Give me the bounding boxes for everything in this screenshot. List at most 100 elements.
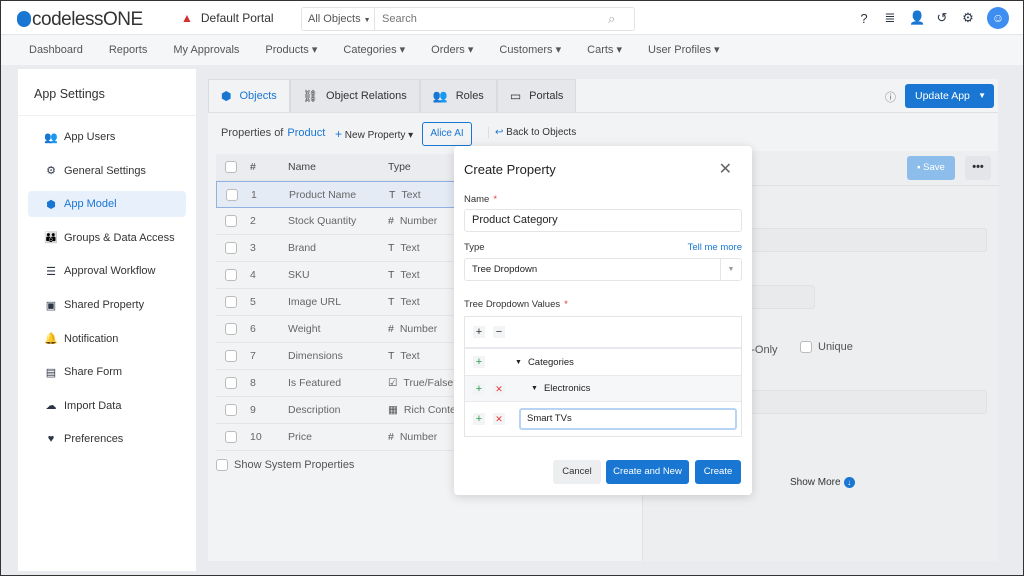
add-child-icon[interactable]: +: [473, 413, 485, 425]
users-icon: 👥: [44, 131, 58, 144]
remove-icon[interactable]: ✕: [493, 382, 505, 395]
tree-values-editor: + − + ▼ Categories + ✕ ▼ Electronics + ✕ Smar…: [464, 316, 742, 437]
create-button[interactable]: Create: [695, 460, 741, 484]
tab-roles[interactable]: 👥 Roles: [419, 79, 497, 112]
nav-item[interactable]: Dashboard: [29, 35, 83, 65]
nav-item[interactable]: Customers ▾: [499, 35, 561, 65]
chevron-down-icon[interactable]: ▼: [978, 84, 986, 108]
modal-title: Create Property: [464, 162, 556, 177]
field[interactable]: [743, 228, 987, 252]
search-input[interactable]: [375, 13, 608, 25]
row-checkbox[interactable]: [225, 404, 237, 416]
show-system-properties[interactable]: Show System Properties: [216, 459, 354, 471]
row-checkbox[interactable]: [225, 323, 237, 335]
nav-item[interactable]: Carts ▾: [587, 35, 622, 65]
top-bar: codelessONE ▲ Default Portal All Objects …: [1, 1, 1023, 35]
database-icon[interactable]: ≣: [883, 10, 897, 26]
tree-node-categories[interactable]: Categories: [528, 357, 574, 368]
sidebar-item-label: Import Data: [64, 399, 122, 412]
sidebar-item-label: App Model: [64, 198, 117, 211]
save-button[interactable]: ▪ Save: [907, 156, 955, 180]
sidebar-item-label: Notification: [64, 332, 119, 345]
nav-item[interactable]: Categories ▾: [343, 35, 405, 65]
row-checkbox[interactable]: [226, 188, 238, 201]
sidebar-item-label: Shared Property: [64, 299, 145, 311]
collapse-all-icon[interactable]: −: [493, 326, 505, 338]
sidebar-item-approval-workflow[interactable]: ☰ Approval Workflow: [28, 258, 186, 284]
sidebar-item-share-form[interactable]: ▤ Share Form: [28, 359, 186, 385]
user-avatar-icon[interactable]: ☺: [987, 7, 1009, 29]
tab-icon: 👥: [432, 89, 448, 103]
nav-item[interactable]: My Approvals: [173, 35, 239, 65]
row-checkbox[interactable]: [225, 215, 237, 227]
sidebar-item-app-model[interactable]: ⬢ App Model: [28, 191, 186, 218]
row-checkbox[interactable]: [225, 296, 237, 308]
nav-item[interactable]: Reports: [109, 35, 148, 65]
nav-item[interactable]: Products ▾: [265, 35, 317, 65]
tab-objects[interactable]: ⬢ Objects: [208, 79, 290, 112]
type-icon: T: [389, 188, 396, 201]
type-icon: #: [388, 215, 394, 227]
sidebar-item-general-settings[interactable]: ⚙ General Settings: [28, 158, 186, 184]
tell-me-more-link[interactable]: Tell me more: [688, 242, 742, 253]
update-app-button[interactable]: Update App ▼: [905, 84, 994, 108]
add-user-icon[interactable]: 👤: [909, 10, 925, 26]
unique-checkbox[interactable]: Unique: [800, 341, 853, 353]
caret-down-icon[interactable]: ▼: [515, 359, 522, 366]
sidebar-title: App Settings: [18, 69, 196, 116]
create-and-new-button[interactable]: Create and New: [606, 460, 689, 484]
type-select[interactable]: Tree Dropdown ▼: [464, 258, 742, 281]
gear-icon[interactable]: ⚙: [961, 10, 975, 26]
search-scope-select[interactable]: All Objects ▼: [302, 8, 375, 30]
sidebar-item-import-data[interactable]: ☁ Import Data: [28, 393, 186, 419]
sidebar-item-groups-data-access[interactable]: 👪 Groups & Data Access: [28, 225, 186, 251]
sidebar-item-preferences[interactable]: ♥ Preferences: [28, 426, 186, 452]
add-child-icon[interactable]: +: [473, 382, 485, 395]
alice-ai-button[interactable]: Alice AI: [422, 122, 472, 146]
expand-all-icon[interactable]: +: [473, 326, 485, 338]
type-icon: T: [388, 269, 395, 281]
help-icon[interactable]: ?: [857, 11, 871, 26]
name-input[interactable]: Product Category: [464, 209, 742, 232]
sidebar-item-notification[interactable]: 🔔 Notification: [28, 326, 186, 352]
type-icon: T: [388, 296, 395, 308]
tree-node-input[interactable]: Smart TVs: [519, 408, 737, 430]
cube-icon: ⬢: [46, 198, 56, 211]
show-more-button[interactable]: Show More ↓: [790, 477, 855, 488]
caret-down-icon[interactable]: ▼: [531, 385, 538, 392]
field[interactable]: [743, 390, 987, 414]
back-arrow-icon: ↩: [495, 127, 504, 138]
remove-icon[interactable]: ✕: [493, 413, 505, 425]
search-icon[interactable]: ⌕: [608, 11, 634, 27]
checkbox[interactable]: [216, 459, 228, 471]
row-checkbox[interactable]: [225, 377, 237, 389]
type-icon: ☑: [388, 377, 398, 389]
row-checkbox[interactable]: [225, 269, 237, 281]
back-to-objects-button[interactable]: ↩ Back to Objects: [488, 127, 576, 138]
sidebar-item-app-users[interactable]: 👥 App Users: [28, 124, 186, 150]
select-all-checkbox[interactable]: [225, 161, 237, 173]
cancel-button[interactable]: Cancel: [553, 460, 601, 484]
tab-portals[interactable]: ▭ Portals: [496, 79, 577, 112]
field[interactable]: [743, 285, 815, 309]
row-checkbox[interactable]: [225, 242, 237, 254]
tree-node-electronics[interactable]: Electronics: [544, 383, 590, 394]
info-icon[interactable]: ⓘ: [885, 89, 896, 105]
tab-object-relations[interactable]: ⛓ Object Relations: [289, 79, 420, 112]
type-icon: T: [388, 242, 395, 254]
portal-switcher[interactable]: ▲ Default Portal: [181, 11, 274, 25]
close-icon[interactable]: ✕: [719, 159, 732, 179]
new-property-button[interactable]: + New Property ▾: [335, 127, 413, 141]
row-checkbox[interactable]: [225, 431, 237, 443]
row-checkbox[interactable]: [225, 350, 237, 362]
object-link[interactable]: Product: [287, 127, 325, 139]
nav-item[interactable]: Orders ▾: [431, 35, 473, 65]
nav-item[interactable]: User Profiles ▾: [648, 35, 720, 65]
more-options-button[interactable]: •••: [965, 156, 991, 180]
main-nav: Dashboard Reports My Approvals Products ▾ Ca…: [1, 35, 1023, 65]
add-child-icon[interactable]: +: [473, 356, 485, 368]
logo[interactable]: codelessONE: [17, 9, 143, 31]
sidebar-item-label: Groups & Data Access: [64, 231, 175, 244]
sidebar-item-shared-property[interactable]: ▣ Shared Property: [28, 292, 186, 318]
history-icon[interactable]: ↺: [935, 10, 949, 26]
